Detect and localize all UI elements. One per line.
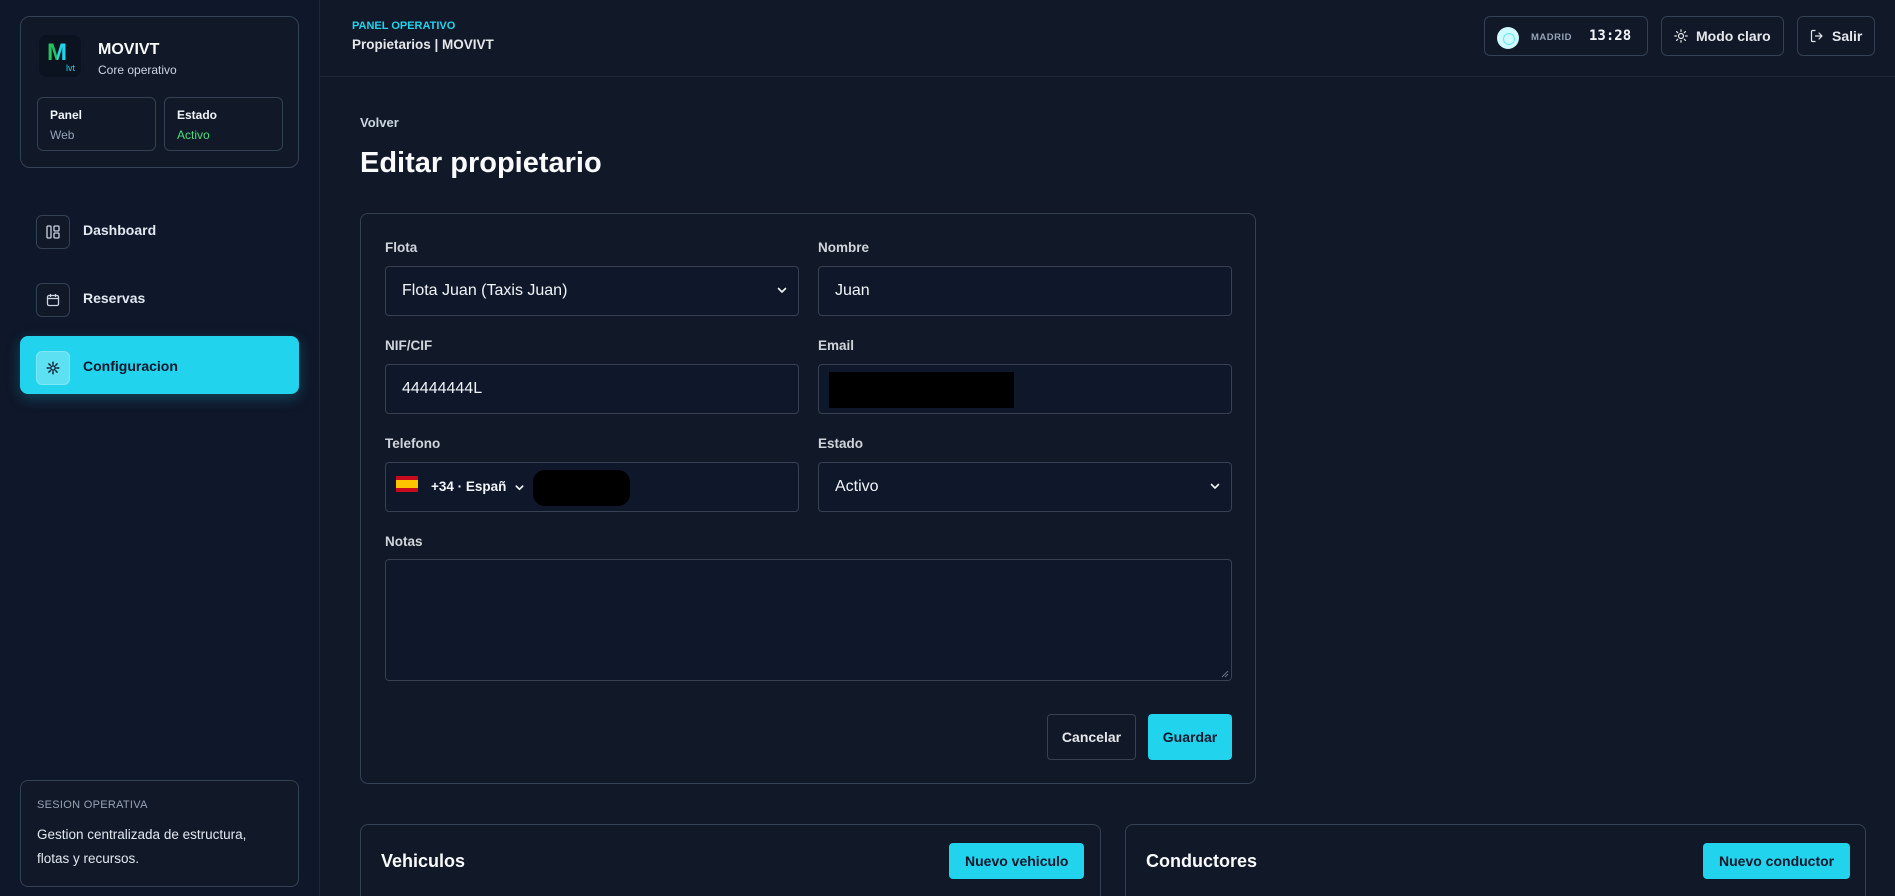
nif-input[interactable]: 44444444L [385, 364, 799, 414]
cancel-button[interactable]: Cancelar [1047, 714, 1136, 760]
session-heading: SESION OPERATIVA [37, 799, 148, 811]
calendar-icon [36, 283, 70, 317]
telefono-field[interactable]: +34 · Españ [385, 462, 799, 512]
conductores-card: Conductores Nuevo conductor [1125, 824, 1866, 896]
brand-logo: M M lvt [39, 35, 81, 77]
brand-name: MOVIVT [98, 41, 160, 58]
nombre-input-value: Juan [835, 282, 870, 299]
sidebar-item-label: Dashboard [83, 222, 157, 238]
flota-select[interactable]: Flota Juan (Taxis Juan) [385, 266, 799, 316]
notas-textarea[interactable] [385, 559, 1232, 681]
estado-status-card: Estado Activo [164, 97, 283, 151]
page-title: Editar propietario [360, 147, 602, 179]
logout-icon [1810, 29, 1823, 43]
phone-country-select[interactable]: +34 · Españ [431, 479, 511, 494]
email-label: Email [818, 338, 855, 353]
sidebar-item-reservas[interactable]: Reservas [20, 268, 299, 326]
sidebar-item-label: Reservas [83, 290, 146, 306]
brand-subtitle: Core operativo [98, 63, 177, 77]
logout-button[interactable]: Salir [1797, 16, 1876, 56]
new-driver-button[interactable]: Nuevo conductor [1703, 843, 1851, 879]
vehiculos-card: Vehiculos Nuevo vehiculo [360, 824, 1101, 896]
vehiculos-title: Vehiculos [381, 851, 466, 871]
estado-select[interactable]: Activo [818, 462, 1232, 512]
flota-select-value: Flota Juan (Taxis Juan) [402, 282, 568, 299]
panel-status-label: Panel [50, 108, 83, 122]
clock-city: MADRID [1531, 32, 1572, 43]
panel-status-value: Web [50, 128, 75, 142]
clock-widget: MADRID 13:28 [1484, 16, 1648, 56]
theme-toggle-label: Modo claro [1696, 28, 1771, 44]
resize-handle-icon[interactable] [1221, 670, 1229, 678]
logout-label: Salir [1832, 28, 1863, 44]
chevron-down-icon [515, 485, 524, 491]
email-input[interactable] [818, 364, 1232, 414]
save-button[interactable]: Guardar [1148, 714, 1232, 760]
topbar: PANEL OPERATIVO Propietarios | MOVIVT MA… [320, 0, 1895, 77]
sun-icon [1674, 29, 1688, 43]
nombre-label: Nombre [818, 240, 870, 255]
nif-input-value: 44444444L [402, 380, 483, 397]
sidebar-item-configuracion[interactable]: Configuracion [20, 336, 299, 394]
topbar-eyebrow: PANEL OPERATIVO [352, 20, 456, 32]
topbar-title: Propietarios | MOVIVT [352, 37, 494, 52]
estado-label: Estado [818, 436, 864, 451]
estado-status-label: Estado [177, 108, 218, 122]
owner-form: Flota Flota Juan (Taxis Juan) Nombre Jua… [360, 213, 1256, 784]
nombre-input[interactable]: Juan [818, 266, 1232, 316]
chevron-down-icon [1210, 483, 1220, 489]
sidebar-item-dashboard[interactable]: Dashboard [20, 200, 299, 258]
sidebar-item-label: Configuracion [83, 358, 178, 374]
conductores-title: Conductores [1146, 851, 1258, 871]
dashboard-icon [36, 215, 70, 249]
sidebar: M M lvt MOVIVT Core operativo Panel Web … [0, 0, 320, 896]
spain-flag-icon [396, 476, 418, 492]
nif-label: NIF/CIF [385, 338, 433, 353]
estado-select-value: Activo [835, 478, 879, 495]
flota-label: Flota [385, 240, 418, 255]
estado-status-value: Activo [177, 128, 210, 142]
new-vehicle-button[interactable]: Nuevo vehiculo [949, 843, 1085, 879]
gear-icon [36, 351, 70, 385]
telefono-label: Telefono [385, 436, 441, 451]
clock-icon [1497, 27, 1519, 49]
logo-small-text: lvt [66, 63, 75, 73]
redacted-phone [533, 470, 630, 506]
panel-status-card: Panel Web [37, 97, 156, 151]
theme-toggle-button[interactable]: Modo claro [1661, 16, 1784, 56]
back-link[interactable]: Volver [360, 115, 399, 130]
brand-card: M M lvt MOVIVT Core operativo Panel Web … [20, 16, 299, 168]
session-card: SESION OPERATIVA Gestion centralizada de… [20, 780, 299, 887]
redacted-email [829, 372, 1014, 408]
notas-label: Notas [385, 534, 423, 549]
chevron-down-icon [777, 287, 787, 293]
clock-time: 13:28 [1589, 28, 1632, 44]
session-text: Gestion centralizada de estructura, flot… [37, 827, 247, 866]
